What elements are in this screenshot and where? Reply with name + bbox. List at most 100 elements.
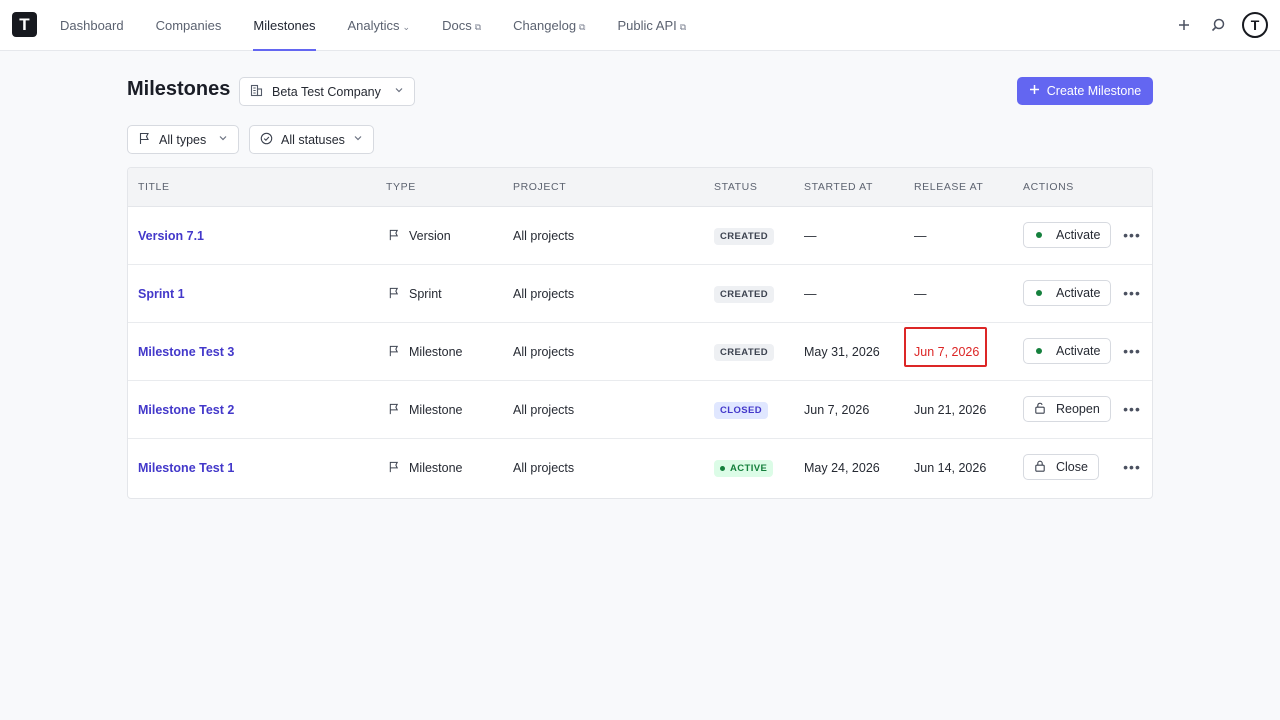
milestone-title-link[interactable]: Milestone Test 3 [138,345,234,359]
column-header-type: TYPE [386,181,416,193]
status-dot-icon [1036,348,1042,354]
table-row: Milestone Test 2 Milestone All projects … [128,381,1152,439]
column-header-title: TITLE [138,181,170,193]
milestone-title-link[interactable]: Sprint 1 [138,287,185,301]
nav-item-dashboard[interactable]: Dashboard [60,0,124,51]
column-header-actions: ACTIONS [1023,181,1074,193]
activate-button[interactable]: Activate [1023,222,1112,248]
status-dot-icon [1036,232,1042,238]
status-badge: CLOSED [714,401,768,419]
started-at: May 24, 2026 [804,461,880,475]
nav-item-changelog[interactable]: Changelog ⧉ [513,0,585,51]
milestone-project: All projects [513,345,575,359]
type-filter-label: All types [159,132,207,147]
flag-icon [388,461,400,476]
chevron-down-icon [353,133,363,146]
search-feedback-icon[interactable] [1208,15,1228,35]
status-badge-label: ACTIVE [730,462,768,474]
milestone-project: All projects [513,229,575,243]
action-label: Activate [1056,286,1101,300]
status-badge: CREATED [714,285,775,303]
table-row: Sprint 1 Sprint All projects CREATED — —… [128,265,1152,323]
company-select[interactable]: Beta Test Company [239,77,415,106]
external-link-icon: ⧉ [474,22,482,32]
nav-item-milestones[interactable]: Milestones [253,0,316,51]
more-options-icon[interactable]: ••• [1121,282,1143,304]
create-milestone-button[interactable]: Create Milestone [1017,77,1153,105]
create-milestone-label: Create Milestone [1046,84,1142,98]
user-avatar[interactable]: T [1242,12,1268,38]
milestone-project: All projects [513,287,575,301]
status-filter[interactable]: All statuses [249,125,374,154]
action-label: Activate [1056,344,1101,358]
unlock-icon [1034,402,1046,417]
flag-icon [138,132,151,148]
activate-button[interactable]: Activate [1023,280,1112,306]
column-header-project: PROJECT [513,181,567,193]
status-dot-icon [720,465,725,471]
external-link-icon: ⧉ [579,22,586,32]
chevron-down-icon [394,85,404,98]
milestone-title-link[interactable]: Milestone Test 1 [138,461,234,475]
more-options-icon[interactable]: ••• [1121,398,1143,420]
status-badge: ACTIVE [714,459,774,477]
status-badge: CREATED [714,227,775,245]
milestone-project: All projects [513,461,575,475]
top-actions: T [1174,12,1268,38]
milestone-title-link[interactable]: Version 7.1 [138,229,204,243]
status-badge: CREATED [714,343,775,361]
table-header: TITLE TYPE PROJECT STATUS STARTED AT REL… [128,168,1152,207]
flag-icon [388,229,400,244]
release-at: Jun 14, 2026 [914,461,987,475]
nav-item-companies[interactable]: Companies [156,0,222,51]
milestones-table: TITLE TYPE PROJECT STATUS STARTED AT REL… [127,167,1153,499]
plus-icon[interactable] [1174,15,1194,35]
action-label: Reopen [1056,402,1100,416]
company-select-value: Beta Test Company [272,84,381,99]
action-label: Close [1056,460,1088,474]
page-title: Milestones [127,78,231,100]
release-at: Jun 21, 2026 [914,403,987,417]
milestone-type: Milestone [409,461,463,475]
activate-button[interactable]: Activate [1023,338,1112,364]
status-dot-icon [1036,290,1042,296]
plus-icon [1029,84,1040,98]
column-header-started-at: STARTED AT [804,181,874,193]
milestone-project: All projects [513,403,575,417]
milestone-type: Milestone [409,403,463,417]
top-navigation-bar: T Dashboard Companies Milestones Analyti… [0,0,1280,51]
table-row: Version 7.1 Version All projects CREATED… [128,207,1152,265]
flag-icon [388,403,400,418]
started-at: May 31, 2026 [804,345,880,359]
started-at: Jun 7, 2026 [804,403,870,417]
nav-item-public-api[interactable]: Public API ⧉ [617,0,686,51]
lock-icon [1034,460,1046,475]
more-options-icon[interactable]: ••• [1121,456,1143,478]
column-header-release-at: RELEASE AT [914,181,984,193]
milestone-type: Milestone [409,345,463,359]
close-button[interactable]: Close [1023,454,1099,480]
started-at: — [804,287,817,301]
reopen-button[interactable]: Reopen [1023,396,1111,422]
release-at: — [914,229,927,243]
more-options-icon[interactable]: ••• [1121,224,1143,246]
more-options-icon[interactable]: ••• [1121,340,1143,362]
action-label: Activate [1056,228,1101,242]
building-icon [250,84,263,100]
milestone-title-link[interactable]: Milestone Test 2 [138,403,234,417]
release-at: — [914,287,927,301]
type-filter[interactable]: All types [127,125,239,154]
app-logo[interactable]: T [12,12,37,37]
chevron-down-icon [218,133,228,146]
status-filter-label: All statuses [281,132,345,147]
release-at-overdue: Jun 7, 2026 [914,345,980,359]
started-at: — [804,229,817,243]
table-row: Milestone Test 1 Milestone All projects … [128,439,1152,497]
flag-icon [388,287,400,302]
nav-item-docs[interactable]: Docs ⧉ [442,0,481,51]
milestone-type: Sprint [409,287,442,301]
flag-icon [388,345,400,360]
milestone-type: Version [409,229,451,243]
nav-item-analytics[interactable]: Analytics ⌄ [348,0,411,51]
chevron-down-icon: ⌄ [402,22,411,32]
